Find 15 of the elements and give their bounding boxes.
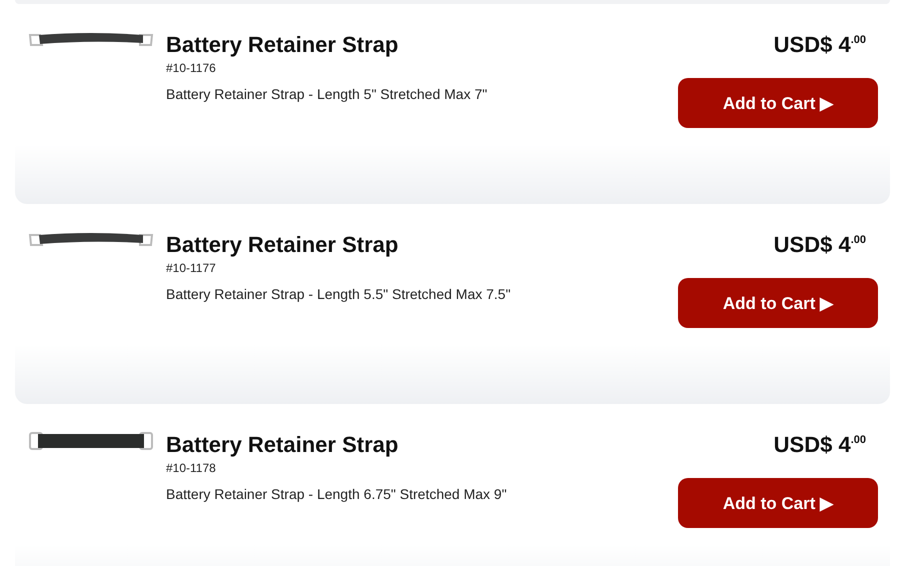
product-title: Battery Retainer Strap: [166, 31, 398, 59]
product-sku: #10-1177: [166, 261, 216, 275]
add-to-cart-button[interactable]: Add to Cart ▶: [678, 278, 878, 328]
add-to-cart-button[interactable]: Add to Cart ▶: [678, 78, 878, 128]
product-title: Battery Retainer Strap: [166, 431, 398, 459]
add-to-cart-button[interactable]: Add to Cart ▶: [678, 478, 878, 528]
product-sku: #10-1176: [166, 61, 216, 75]
product-description: Battery Retainer Strap - Length 6.75" Stretched Max 9": [166, 486, 507, 502]
price: USD$ 4$^{.00}$: [774, 231, 866, 259]
product-title: Battery Retainer Strap: [166, 231, 398, 259]
price: USD$ 4$^{.00}$: [774, 31, 866, 59]
product-sku: #10-1178: [166, 461, 216, 475]
product-description: Battery Retainer Strap - Length 5" Stretched Max 7": [166, 86, 488, 102]
price: USD$ 4$^{.00}$: [774, 431, 866, 459]
product-description: Battery Retainer Strap - Length 5.5" Stretched Max 7.5": [166, 286, 511, 302]
